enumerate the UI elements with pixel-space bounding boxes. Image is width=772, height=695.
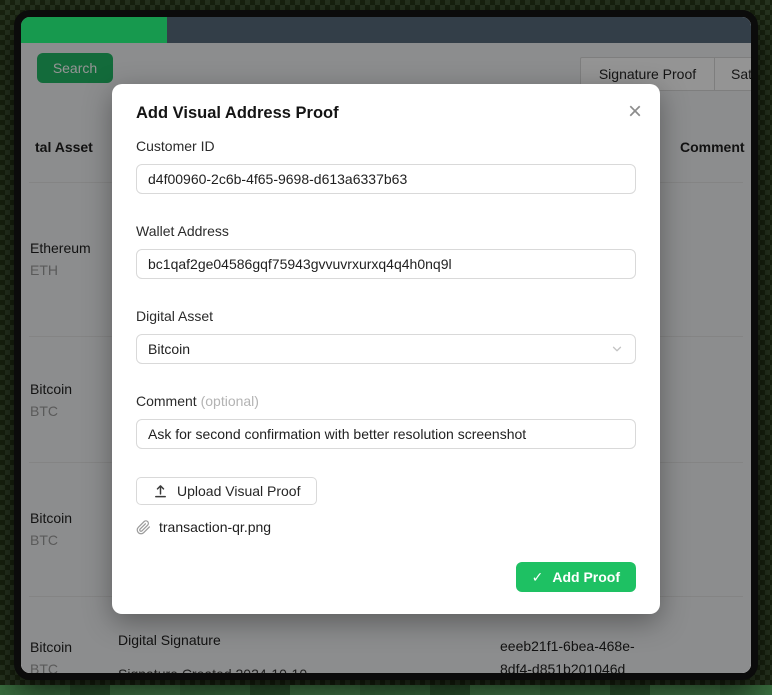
- browser-active-tab[interactable]: [21, 17, 167, 43]
- digital-asset-select[interactable]: Bitcoin: [136, 334, 636, 364]
- wallet-address-label: Wallet Address: [136, 223, 636, 239]
- digital-asset-selected-value: Bitcoin: [148, 341, 190, 357]
- app-window: Search Signature Proof Sato tal Asset Co…: [14, 10, 758, 680]
- add-proof-button[interactable]: ✓ Add Proof: [516, 562, 636, 592]
- customer-id-field[interactable]: [136, 164, 636, 194]
- wallet-address-field[interactable]: [136, 249, 636, 279]
- upload-icon: [153, 484, 168, 499]
- browser-titlebar: [21, 17, 751, 43]
- desktop-background-strip: [0, 685, 772, 695]
- customer-id-label: Customer ID: [136, 138, 636, 154]
- close-icon[interactable]: ×: [628, 100, 642, 124]
- upload-button-label: Upload Visual Proof: [177, 483, 300, 499]
- add-proof-label: Add Proof: [552, 569, 620, 585]
- comment-field[interactable]: [136, 419, 636, 449]
- chevron-down-icon: [610, 342, 624, 356]
- comment-optional-hint: (optional): [201, 393, 259, 409]
- attachment-row[interactable]: transaction-qr.png: [136, 519, 636, 535]
- digital-asset-label: Digital Asset: [136, 308, 636, 324]
- comment-label: Comment: [136, 393, 197, 409]
- modal-title: Add Visual Address Proof: [136, 104, 339, 122]
- paperclip-icon: [136, 520, 151, 535]
- check-icon: ✓: [532, 569, 544, 586]
- upload-visual-proof-button[interactable]: Upload Visual Proof: [136, 477, 317, 505]
- add-visual-proof-modal: Add Visual Address Proof × Customer ID W…: [112, 84, 660, 614]
- attachment-filename: transaction-qr.png: [159, 519, 271, 535]
